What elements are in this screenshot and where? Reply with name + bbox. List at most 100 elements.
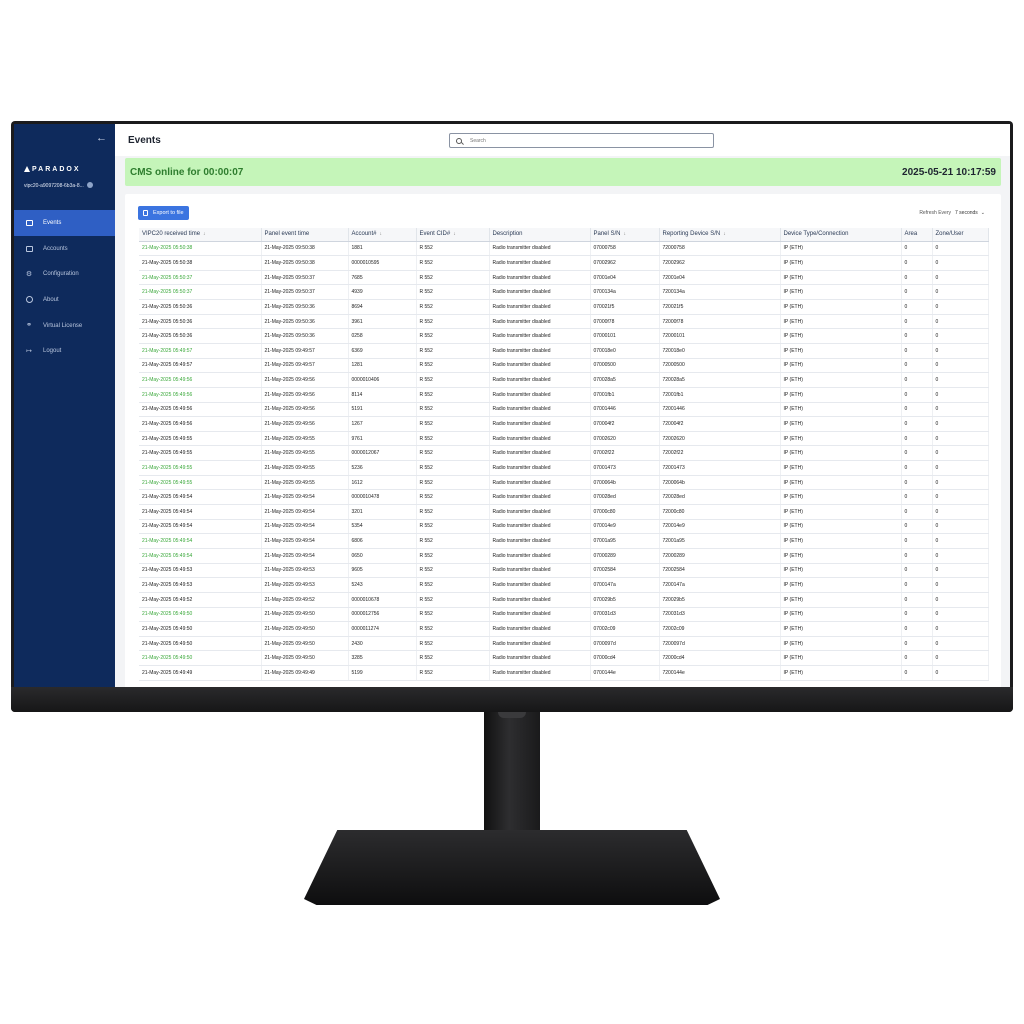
table-cell: 9761 [348, 431, 417, 447]
table-cell: 21-May-2025 09:49:54 [261, 504, 349, 520]
table-row[interactable]: 21-May-2025 05:49:49 21-May-2025 09:49:49… [139, 665, 989, 681]
table-row[interactable]: 21-May-2025 05:49:55 21-May-2025 09:49:55… [139, 460, 989, 476]
sidebar-item-accounts[interactable]: Accounts [14, 236, 115, 262]
table-row[interactable]: 21-May-2025 05:50:36 21-May-2025 09:50:36… [139, 328, 989, 344]
table-cell: 07002c09 [590, 621, 660, 637]
table-cell: IP (ETH) [780, 650, 902, 667]
table-row[interactable]: 21-May-2025 05:49:52 21-May-2025 09:49:52… [139, 592, 989, 608]
table-cell: 0 [932, 563, 989, 579]
table-cell: 0 [932, 650, 989, 667]
table-row[interactable]: 21-May-2025 05:50:36 21-May-2025 09:50:36… [139, 299, 989, 315]
table-cell: 0 [932, 665, 989, 681]
table-row[interactable]: 21-May-2025 05:49:50 21-May-2025 09:49:50… [139, 636, 989, 652]
table-row[interactable]: 21-May-2025 05:50:38 21-May-2025 09:50:38… [139, 255, 989, 271]
table-row[interactable]: 21-May-2025 05:49:50 21-May-2025 09:49:50… [139, 621, 989, 637]
table-row[interactable]: 21-May-2025 05:49:54 21-May-2025 09:49:54… [139, 504, 989, 520]
table-row[interactable]: 21-May-2025 05:49:55 21-May-2025 09:49:55… [139, 475, 989, 491]
sidebar-item-label: Configuration [43, 271, 79, 278]
table-cell: 21-May-2025 09:49:55 [261, 460, 349, 476]
collapse-arrow-icon[interactable]: ← [96, 132, 107, 144]
table-row[interactable]: 21-May-2025 05:49:56 21-May-2025 09:49:56… [139, 402, 989, 418]
table-cell: 21-May-2025 09:50:36 [261, 314, 349, 330]
table-cell: 0000012067 [348, 445, 417, 462]
sidebar-item-about[interactable]: About [14, 287, 115, 313]
table-cell: 0 [932, 299, 989, 315]
sidebar-item-virtual-license[interactable]: ⚭ Virtual License [14, 313, 115, 339]
table-cell: 5236 [348, 460, 417, 476]
sort-icon[interactable]: ↓ [624, 231, 627, 237]
table-cell: 070014e9 [590, 519, 660, 535]
table-row[interactable]: 21-May-2025 05:50:37 21-May-2025 09:50:37… [139, 284, 989, 301]
table-cell: 72000289 [659, 548, 781, 564]
table-cell: 21-May-2025 09:49:55 [261, 445, 349, 462]
export-to-file-button[interactable]: Export to file [138, 206, 189, 220]
table-cell: 0 [932, 460, 989, 476]
table-cell: R 552 [416, 299, 490, 315]
column-header[interactable]: VIPC20 received time ↓ [139, 228, 262, 242]
main-content: Events CMS online for 00:00:07 2025-05-2… [115, 124, 1010, 687]
table-row[interactable]: 21-May-2025 05:49:56 21-May-2025 09:49:56… [139, 387, 989, 403]
table-row[interactable]: 21-May-2025 05:50:37 21-May-2025 09:50:37… [139, 270, 989, 286]
table-row[interactable]: 21-May-2025 05:49:56 21-May-2025 09:49:56… [139, 416, 989, 432]
table-row[interactable]: 21-May-2025 05:50:36 21-May-2025 09:50:36… [139, 314, 989, 330]
table-row[interactable]: 21-May-2025 05:49:55 21-May-2025 09:49:55… [139, 431, 989, 447]
refresh-interval-select[interactable]: Refresh Every 7 seconds ⌄ [919, 210, 985, 216]
table-row[interactable]: 21-May-2025 05:49:54 21-May-2025 09:49:54… [139, 519, 989, 535]
table-cell: Radio transmitter disabled [489, 533, 591, 549]
table-cell: 21-May-2025 05:49:55 [139, 475, 262, 491]
table-row[interactable]: 21-May-2025 05:49:54 21-May-2025 09:49:54… [139, 548, 989, 564]
table-cell: IP (ETH) [780, 577, 902, 593]
table-cell: IP (ETH) [780, 548, 902, 564]
table-cell: 07000758 [590, 241, 660, 257]
column-header[interactable]: Zone/User [932, 228, 989, 242]
sidebar-item-logout[interactable]: ↦ Logout [14, 338, 115, 364]
sort-icon[interactable]: ↓ [453, 231, 456, 237]
table-row[interactable]: 21-May-2025 05:49:53 21-May-2025 09:49:53… [139, 563, 989, 579]
sort-icon[interactable]: ↓ [380, 231, 383, 237]
table-cell: R 552 [416, 563, 490, 579]
column-header[interactable]: Description [489, 228, 591, 242]
table-cell: 0000010406 [348, 372, 417, 388]
table-cell: 0000010478 [348, 489, 417, 506]
column-header[interactable]: Area [901, 228, 933, 242]
table-cell: 21-May-2025 05:49:55 [139, 445, 262, 462]
table-cell: 0700144e [590, 665, 660, 681]
table-cell: 21-May-2025 05:49:56 [139, 387, 262, 403]
info-icon [25, 296, 33, 304]
table-row[interactable]: 21-May-2025 05:49:50 21-May-2025 09:49:50… [139, 650, 989, 667]
table-row[interactable]: 21-May-2025 05:49:53 21-May-2025 09:49:53… [139, 577, 989, 593]
table-cell: R 552 [416, 372, 490, 388]
sort-desc-icon[interactable]: ↓ [203, 231, 206, 237]
column-header[interactable]: Panel event time [261, 228, 349, 242]
sidebar-item-events[interactable]: Events [14, 210, 115, 236]
table-row[interactable]: 21-May-2025 05:49:54 21-May-2025 09:49:54… [139, 489, 989, 506]
table-cell: 5199 [348, 665, 417, 681]
search-input[interactable] [470, 137, 690, 144]
accounts-icon [25, 245, 33, 253]
table-cell: 21-May-2025 09:49:54 [261, 533, 349, 549]
table-cell: 7200147a [659, 577, 781, 593]
table-row[interactable]: 21-May-2025 05:49:57 21-May-2025 09:49:57… [139, 358, 989, 374]
table-cell: R 552 [416, 519, 490, 535]
table-cell: 720018e0 [659, 343, 781, 359]
table-row[interactable]: 21-May-2025 05:49:57 21-May-2025 09:49:57… [139, 343, 989, 359]
table-cell: 07000c80 [590, 504, 660, 520]
table-cell: 1267 [348, 416, 417, 432]
column-header[interactable]: Reporting Device S/N ↓ [659, 228, 781, 242]
table-cell: R 552 [416, 358, 490, 374]
table-row[interactable]: 21-May-2025 05:49:55 21-May-2025 09:49:55… [139, 445, 989, 462]
table-row[interactable]: 21-May-2025 05:49:56 21-May-2025 09:49:56… [139, 372, 989, 388]
table-row[interactable]: 21-May-2025 05:49:50 21-May-2025 09:49:50… [139, 607, 989, 623]
column-header[interactable]: Event CID# ↓ [416, 228, 490, 242]
table-cell: R 552 [416, 460, 490, 476]
sidebar-item-configuration[interactable]: ⚙ Configuration [14, 261, 115, 287]
table-cell: Radio transmitter disabled [489, 431, 591, 447]
table-row[interactable]: 21-May-2025 05:50:38 21-May-2025 09:50:38… [139, 241, 989, 257]
sort-icon[interactable]: ↓ [723, 231, 726, 237]
table-row[interactable]: 21-May-2025 05:49:54 21-May-2025 09:49:54… [139, 533, 989, 549]
column-header[interactable]: Panel S/N ↓ [590, 228, 660, 242]
search-box[interactable] [449, 133, 714, 148]
column-header[interactable]: Device Type/Connection [780, 228, 902, 242]
column-header[interactable]: Account# ↓ [348, 228, 417, 242]
table-cell: 7200134a [659, 284, 781, 301]
